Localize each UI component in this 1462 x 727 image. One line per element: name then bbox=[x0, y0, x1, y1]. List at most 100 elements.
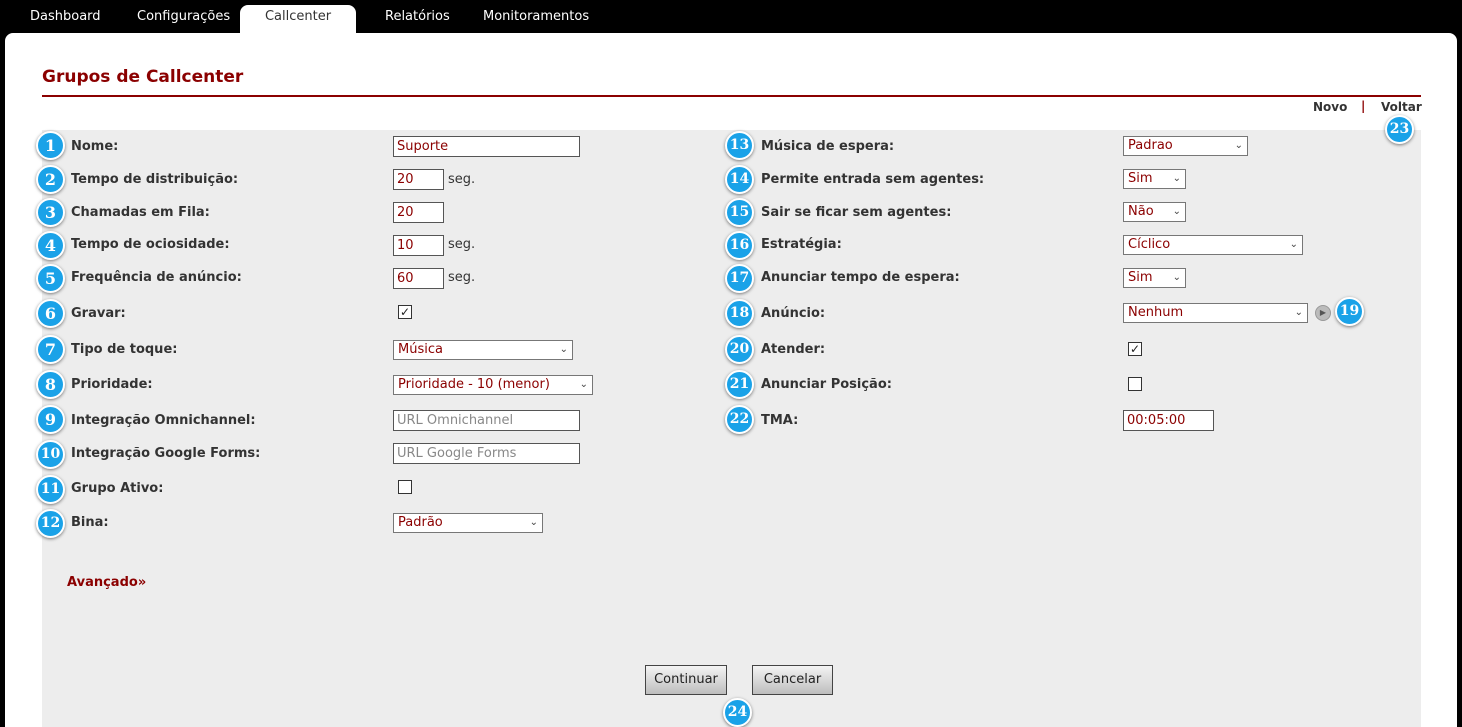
ociosidade-label: Tempo de ociosidade: bbox=[71, 237, 230, 252]
chevron-down-icon: ⌄ bbox=[1294, 307, 1303, 318]
continuar-button[interactable]: Continuar bbox=[645, 665, 727, 695]
tma-input[interactable] bbox=[1123, 410, 1214, 431]
chevron-down-icon: ⌄ bbox=[579, 379, 588, 390]
tab-configuracoes[interactable]: Configurações bbox=[137, 9, 230, 24]
page-title: Grupos de Callcenter bbox=[42, 67, 244, 87]
tab-dashboard[interactable]: Dashboard bbox=[30, 9, 101, 24]
atender-label: Atender: bbox=[761, 342, 826, 357]
tab-monitoramentos[interactable]: Monitoramentos bbox=[483, 9, 589, 24]
annotation-badge-13: 13 bbox=[725, 131, 754, 160]
tab-callcenter[interactable]: Callcenter bbox=[240, 5, 356, 33]
estrategia-value: Cíclico bbox=[1128, 237, 1171, 252]
annotation-badge-4: 4 bbox=[36, 231, 65, 260]
distribuicao-label: Tempo de distribuição: bbox=[71, 172, 239, 187]
ociosidade-input[interactable] bbox=[393, 235, 444, 256]
cancelar-button[interactable]: Cancelar bbox=[752, 665, 833, 695]
tma-label: TMA: bbox=[761, 413, 799, 428]
annotation-badge-21: 21 bbox=[725, 370, 754, 399]
bina-label: Bina: bbox=[71, 515, 109, 530]
chevron-down-icon: ⌄ bbox=[1172, 173, 1181, 184]
toque-select[interactable]: Música ⌄ bbox=[393, 340, 573, 360]
distribuicao-unit: seg. bbox=[448, 172, 476, 187]
entrada-value: Sim bbox=[1128, 171, 1153, 186]
bina-value: Padrão bbox=[398, 515, 443, 530]
chevron-down-icon: ⌄ bbox=[529, 517, 538, 528]
musica-value: Padrao bbox=[1128, 138, 1173, 153]
musica-label: Música de espera: bbox=[761, 139, 895, 154]
chevron-down-icon: ⌄ bbox=[1172, 206, 1181, 217]
toque-value: Música bbox=[398, 342, 443, 357]
prioridade-select[interactable]: Prioridade - 10 (menor) ⌄ bbox=[393, 375, 593, 395]
prioridade-label: Prioridade: bbox=[71, 377, 153, 392]
nome-input[interactable] bbox=[393, 136, 580, 157]
gravar-checkbox[interactable]: ✓ bbox=[398, 305, 412, 319]
annotation-badge-2: 2 bbox=[36, 165, 65, 194]
anuncio-select[interactable]: Nenhum ⌄ bbox=[1123, 303, 1308, 323]
nome-label: Nome: bbox=[71, 139, 119, 154]
gforms-input[interactable] bbox=[393, 443, 580, 464]
omni-input[interactable] bbox=[393, 410, 580, 431]
entrada-select[interactable]: Sim ⌄ bbox=[1123, 169, 1186, 189]
entrada-label: Permite entrada sem agentes: bbox=[761, 172, 985, 187]
annotation-badge-7: 7 bbox=[36, 335, 65, 364]
play-icon[interactable]: ▶ bbox=[1315, 305, 1331, 321]
annotation-badge-5: 5 bbox=[36, 264, 65, 293]
annotation-badge-23: 23 bbox=[1385, 115, 1414, 144]
chevron-down-icon: ⌄ bbox=[1289, 239, 1298, 250]
frequencia-unit: seg. bbox=[448, 270, 476, 285]
annotation-badge-22: 22 bbox=[725, 405, 754, 434]
anuncio-value: Nenhum bbox=[1128, 305, 1184, 320]
sair-label: Sair se ficar sem agentes: bbox=[761, 205, 952, 220]
toque-label: Tipo de toque: bbox=[71, 342, 178, 357]
annotation-badge-16: 16 bbox=[725, 231, 754, 260]
tempo-espera-select[interactable]: Sim ⌄ bbox=[1123, 268, 1186, 288]
ativo-label: Grupo Ativo: bbox=[71, 481, 164, 496]
chevron-down-icon: ⌄ bbox=[1172, 272, 1181, 283]
annotation-badge-1: 1 bbox=[36, 131, 65, 160]
frequencia-input[interactable] bbox=[393, 268, 444, 289]
estrategia-label: Estratégia: bbox=[761, 237, 842, 252]
tempo-espera-label: Anunciar tempo de espera: bbox=[761, 270, 960, 285]
distribuicao-input[interactable] bbox=[393, 169, 444, 190]
annotation-badge-14: 14 bbox=[725, 165, 754, 194]
top-navigation: Dashboard Configurações Callcenter Relat… bbox=[0, 0, 1462, 33]
frequencia-label: Frequência de anúncio: bbox=[71, 270, 242, 285]
sair-select[interactable]: Não ⌄ bbox=[1123, 202, 1186, 222]
posicao-checkbox[interactable] bbox=[1128, 377, 1142, 391]
gforms-label: Integração Google Forms: bbox=[71, 446, 261, 461]
ociosidade-unit: seg. bbox=[448, 237, 476, 252]
fila-input[interactable] bbox=[393, 202, 444, 223]
check-icon: ✓ bbox=[1129, 342, 1141, 356]
gravar-label: Gravar: bbox=[71, 306, 126, 321]
bina-select[interactable]: Padrão ⌄ bbox=[393, 513, 543, 533]
prioridade-value: Prioridade - 10 (menor) bbox=[398, 377, 550, 392]
annotation-badge-20: 20 bbox=[725, 335, 754, 364]
annotation-badge-24: 24 bbox=[723, 698, 752, 727]
annotation-badge-15: 15 bbox=[725, 198, 754, 227]
atender-checkbox[interactable]: ✓ bbox=[1128, 342, 1142, 356]
chevron-down-icon: ⌄ bbox=[559, 344, 568, 355]
posicao-label: Anunciar Posição: bbox=[761, 377, 892, 392]
check-icon: ✓ bbox=[399, 305, 411, 319]
tab-relatorios[interactable]: Relatórios bbox=[385, 9, 450, 24]
advanced-link[interactable]: Avançado» bbox=[67, 575, 146, 590]
novo-link[interactable]: Novo bbox=[1313, 100, 1347, 114]
link-separator: | bbox=[1361, 99, 1366, 113]
fila-label: Chamadas em Fila: bbox=[71, 205, 210, 220]
annotation-badge-10: 10 bbox=[36, 440, 65, 469]
omni-label: Integração Omnichannel: bbox=[71, 413, 256, 428]
tempo-espera-value: Sim bbox=[1128, 270, 1153, 285]
annotation-badge-19: 19 bbox=[1335, 297, 1364, 326]
anuncio-label: Anúncio: bbox=[761, 306, 826, 321]
annotation-badge-6: 6 bbox=[36, 299, 65, 328]
chevron-down-icon: ⌄ bbox=[1234, 140, 1243, 151]
musica-select[interactable]: Padrao ⌄ bbox=[1123, 136, 1248, 156]
voltar-link[interactable]: Voltar bbox=[1381, 100, 1422, 114]
annotation-badge-9: 9 bbox=[36, 405, 65, 434]
annotation-badge-12: 12 bbox=[36, 509, 65, 538]
title-divider bbox=[42, 95, 1421, 97]
estrategia-select[interactable]: Cíclico ⌄ bbox=[1123, 235, 1303, 255]
annotation-badge-3: 3 bbox=[36, 198, 65, 227]
annotation-badge-18: 18 bbox=[725, 299, 754, 328]
ativo-checkbox[interactable] bbox=[398, 480, 412, 494]
